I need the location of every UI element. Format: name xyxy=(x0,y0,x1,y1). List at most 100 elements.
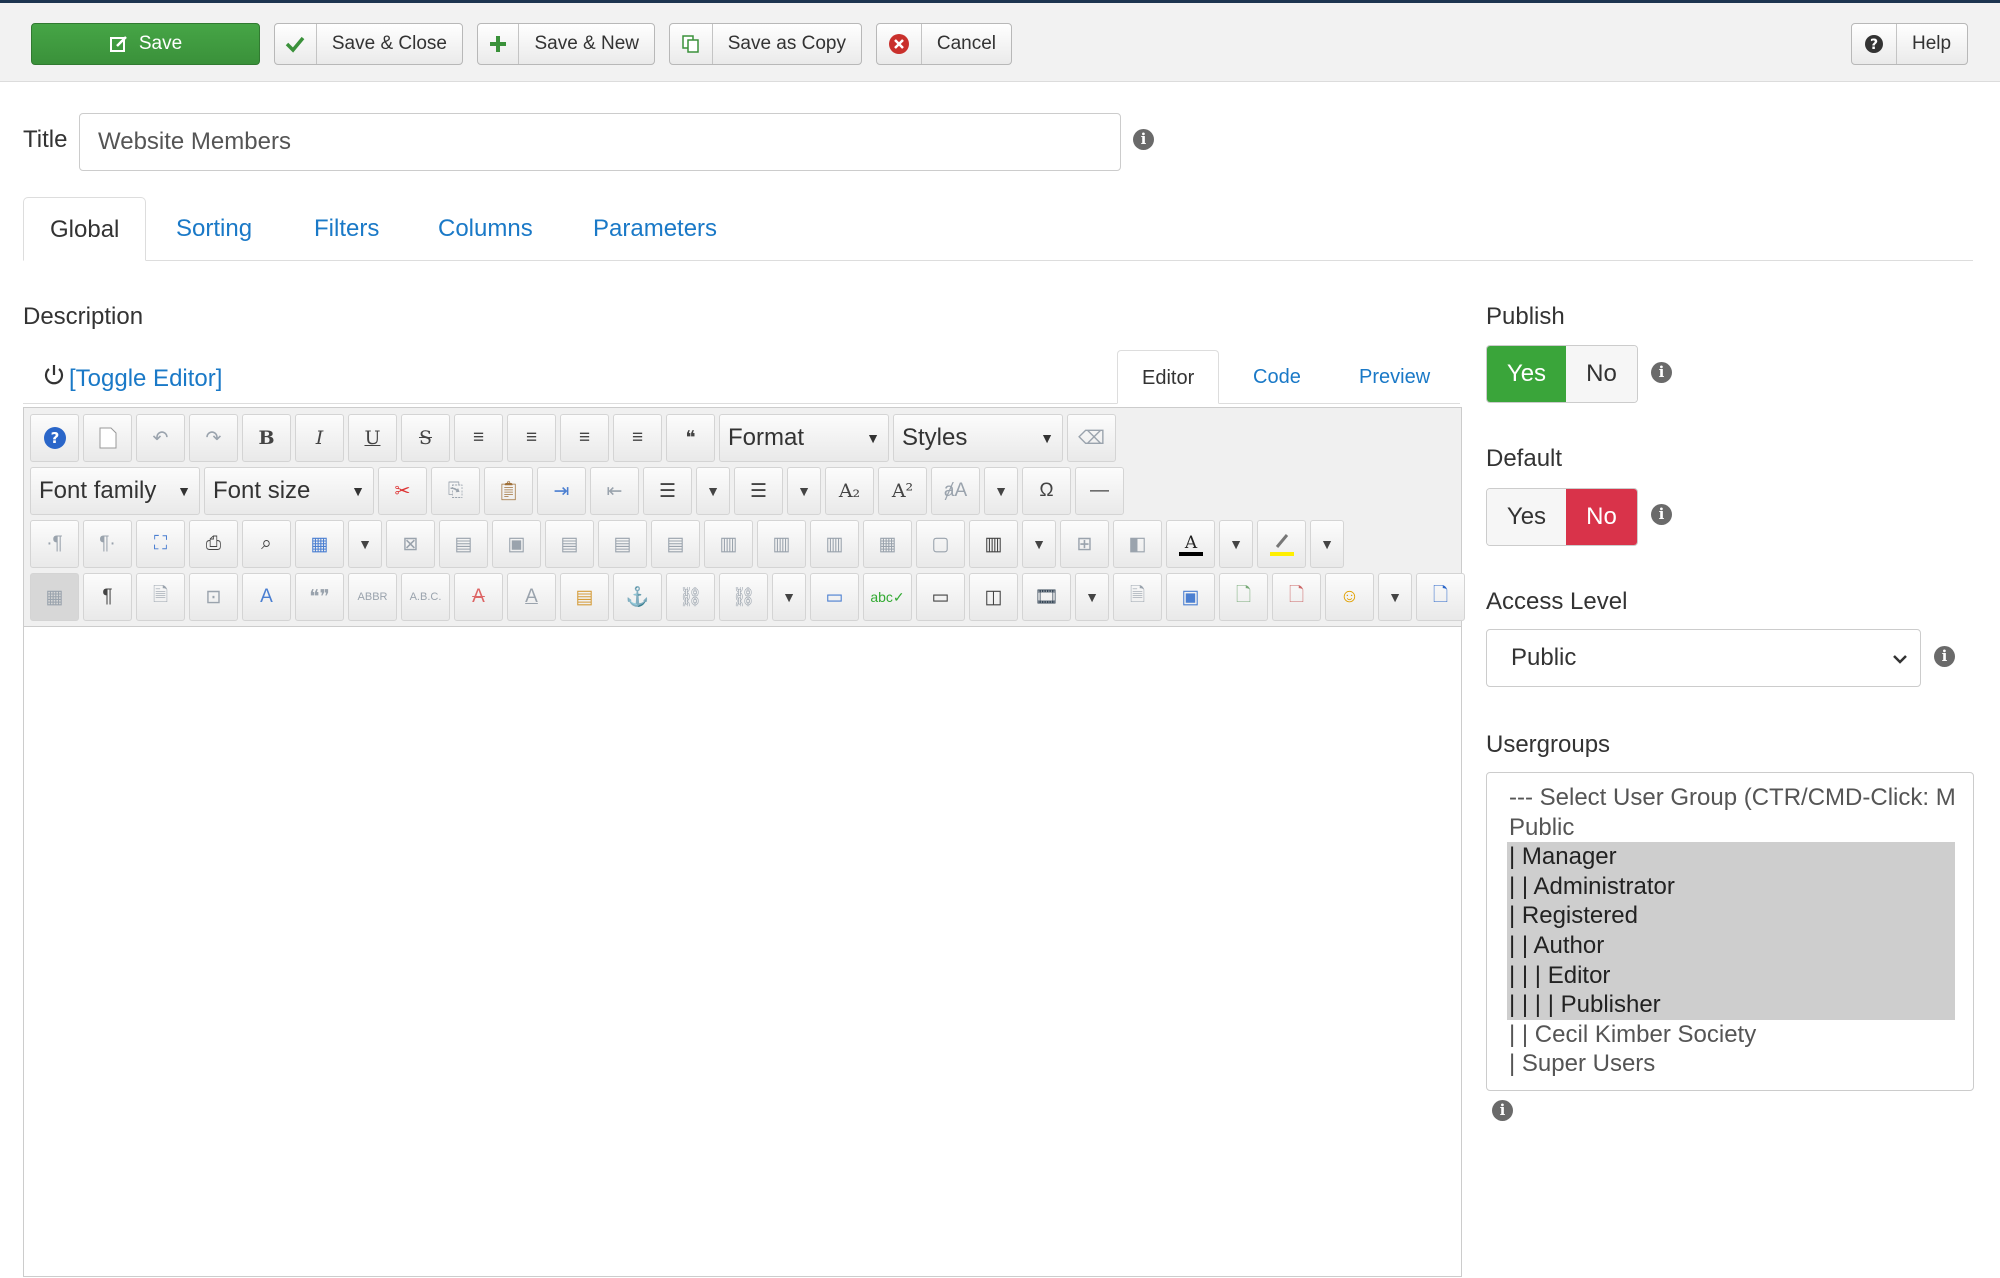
styles-dropdown[interactable]: Styles ▼ xyxy=(893,414,1063,462)
usergroup-option[interactable]: | | | | Publisher xyxy=(1507,990,1955,1020)
copy-icon[interactable]: ⎘ xyxy=(431,467,480,515)
text-direction-icon[interactable]: ⱥA xyxy=(931,467,980,515)
outdent-icon[interactable]: ⇤ xyxy=(590,467,639,515)
special-character-icon[interactable]: Ω xyxy=(1022,467,1071,515)
usergroup-option[interactable]: | Registered xyxy=(1507,901,1955,931)
format-dropdown[interactable]: Format ▼ xyxy=(719,414,889,462)
italic-icon[interactable]: I xyxy=(295,414,344,462)
chevron-down-icon[interactable]: ▼ xyxy=(348,520,382,568)
article-break-icon[interactable]: ◫ xyxy=(969,573,1018,621)
align-right-icon[interactable]: ≡ xyxy=(613,414,662,462)
chevron-down-icon[interactable]: ▼ xyxy=(696,467,730,515)
numbered-list-icon[interactable]: ☰ xyxy=(643,467,692,515)
help-button[interactable]: ? Help xyxy=(1851,23,1968,65)
image-manager-icon[interactable]: ▣ xyxy=(1166,573,1215,621)
file-browser-icon[interactable]: 🗎︎ xyxy=(1113,573,1162,621)
insert-row-before-icon[interactable]: ▤ xyxy=(545,520,594,568)
insert-row-after-icon[interactable]: ▤ xyxy=(598,520,647,568)
tab-columns[interactable]: Columns xyxy=(412,197,559,261)
paragraph-rtl-icon[interactable]: ¶· xyxy=(83,520,132,568)
table-icon[interactable]: ▦ xyxy=(295,520,344,568)
usergroups-info-icon[interactable]: i xyxy=(1492,1100,1513,1121)
align-justify-icon[interactable]: ≡ xyxy=(454,414,503,462)
find-replace-icon[interactable]: ⌕ xyxy=(242,520,291,568)
highlight-color-icon[interactable] xyxy=(1257,520,1306,568)
fullscreen-icon[interactable]: ⛶ xyxy=(136,520,185,568)
strikethrough-icon[interactable]: S xyxy=(401,414,450,462)
usergroup-option[interactable]: | | Administrator xyxy=(1507,871,1955,902)
visual-aid-icon[interactable]: ▦ xyxy=(30,573,79,621)
eraser-icon[interactable]: ⌫ xyxy=(1067,414,1116,462)
tab-parameters[interactable]: Parameters xyxy=(567,197,743,261)
template-icon[interactable]: 🗎︎ xyxy=(136,573,185,621)
emoticon-icon[interactable]: ☺ xyxy=(1325,573,1374,621)
tab-sorting[interactable]: Sorting xyxy=(150,197,278,261)
cut-icon[interactable]: ✂ xyxy=(378,467,427,515)
chevron-down-icon[interactable]: ▼ xyxy=(787,467,821,515)
chevron-down-icon[interactable]: ▼ xyxy=(984,467,1018,515)
editor-content-area[interactable] xyxy=(24,628,1461,1278)
new-document-icon[interactable] xyxy=(83,414,132,462)
tab-global[interactable]: Global xyxy=(23,197,147,261)
bullet-list-icon[interactable]: ☰ xyxy=(734,467,783,515)
publish-no-option[interactable]: No xyxy=(1565,346,1637,402)
print-icon[interactable]: ⎙ xyxy=(189,520,238,568)
insert-col-before-icon[interactable]: ▥ xyxy=(704,520,753,568)
chevron-down-icon[interactable]: ▼ xyxy=(1310,520,1344,568)
font-size-dropdown[interactable]: Font size ▼ xyxy=(204,467,374,515)
access-level-select[interactable]: Public xyxy=(1486,629,1921,687)
attributes-icon[interactable]: ▤ xyxy=(560,573,609,621)
acronym-icon[interactable]: A.B.C. xyxy=(401,573,450,621)
layer-icon[interactable]: ◧ xyxy=(1113,520,1162,568)
usergroup-option[interactable]: | Manager xyxy=(1507,842,1955,872)
usergroup-option[interactable]: | Super Users xyxy=(1507,1049,1955,1079)
undo-icon[interactable]: ↶ xyxy=(136,414,185,462)
bold-icon[interactable]: B xyxy=(242,414,291,462)
delete-text-icon[interactable]: A xyxy=(454,573,503,621)
horizontal-rule-icon[interactable]: — xyxy=(1075,467,1124,515)
publish-yes-option[interactable]: Yes xyxy=(1487,346,1566,402)
superscript-icon[interactable]: A² xyxy=(878,467,927,515)
save-new-button[interactable]: Save & New xyxy=(477,23,655,65)
paragraph-ltr-icon[interactable]: ·¶ xyxy=(30,520,79,568)
title-info-icon[interactable]: i xyxy=(1133,129,1154,150)
default-yes-option[interactable]: Yes xyxy=(1487,489,1566,545)
columns-icon[interactable]: ▥ xyxy=(969,520,1018,568)
font-family-dropdown[interactable]: Font family ▼ xyxy=(30,467,200,515)
underline-icon[interactable]: U xyxy=(348,414,397,462)
blockquote-icon[interactable]: ❝ xyxy=(666,414,715,462)
insert-div-icon[interactable]: ⊞ xyxy=(1060,520,1109,568)
save-copy-button[interactable]: Save as Copy xyxy=(669,23,862,65)
cell-props-icon[interactable]: ▣ xyxy=(492,520,541,568)
usergroups-multiselect[interactable]: --- Select User Group (CTR/CMD-Click: M … xyxy=(1486,772,1974,1091)
insert-col-after-icon[interactable]: ▥ xyxy=(757,520,806,568)
align-left-icon[interactable]: ≡ xyxy=(560,414,609,462)
tab-filters[interactable]: Filters xyxy=(288,197,405,261)
page-break-icon[interactable]: ▭ xyxy=(916,573,965,621)
chevron-down-icon[interactable]: ▼ xyxy=(1022,520,1056,568)
chevron-down-icon[interactable]: ▼ xyxy=(772,573,806,621)
redo-icon[interactable]: ↷ xyxy=(189,414,238,462)
row-props-icon[interactable]: ▤ xyxy=(439,520,488,568)
article-icon[interactable]: ⊡ xyxy=(189,573,238,621)
default-no-option[interactable]: No xyxy=(1565,489,1637,545)
show-blocks-icon[interactable]: ¶ xyxy=(83,573,132,621)
align-center-icon[interactable]: ≡ xyxy=(507,414,556,462)
paste-icon[interactable]: 📋︎ xyxy=(484,467,533,515)
merge-cells-icon[interactable]: ▦ xyxy=(863,520,912,568)
media-icon[interactable]: 🎞︎ xyxy=(1022,573,1071,621)
editor-tab-preview[interactable]: Preview xyxy=(1335,350,1454,404)
cite-icon[interactable]: ❝❞ xyxy=(295,573,344,621)
save-button[interactable]: Save xyxy=(31,23,260,65)
image-icon[interactable]: ▭ xyxy=(810,573,859,621)
unlink-icon[interactable]: ⛓ xyxy=(666,573,715,621)
delete-table-icon[interactable]: ⊠ xyxy=(386,520,435,568)
help-icon[interactable]: ? xyxy=(30,414,79,462)
indent-icon[interactable]: ⇥ xyxy=(537,467,586,515)
text-color-icon[interactable]: A xyxy=(1166,520,1215,568)
delete-row-icon[interactable]: ▤ xyxy=(651,520,700,568)
save-close-button[interactable]: Save & Close xyxy=(274,23,463,65)
editor-tab-editor[interactable]: Editor xyxy=(1117,350,1220,404)
chevron-down-icon[interactable]: ▼ xyxy=(1219,520,1253,568)
publish-info-icon[interactable]: i xyxy=(1651,362,1672,383)
